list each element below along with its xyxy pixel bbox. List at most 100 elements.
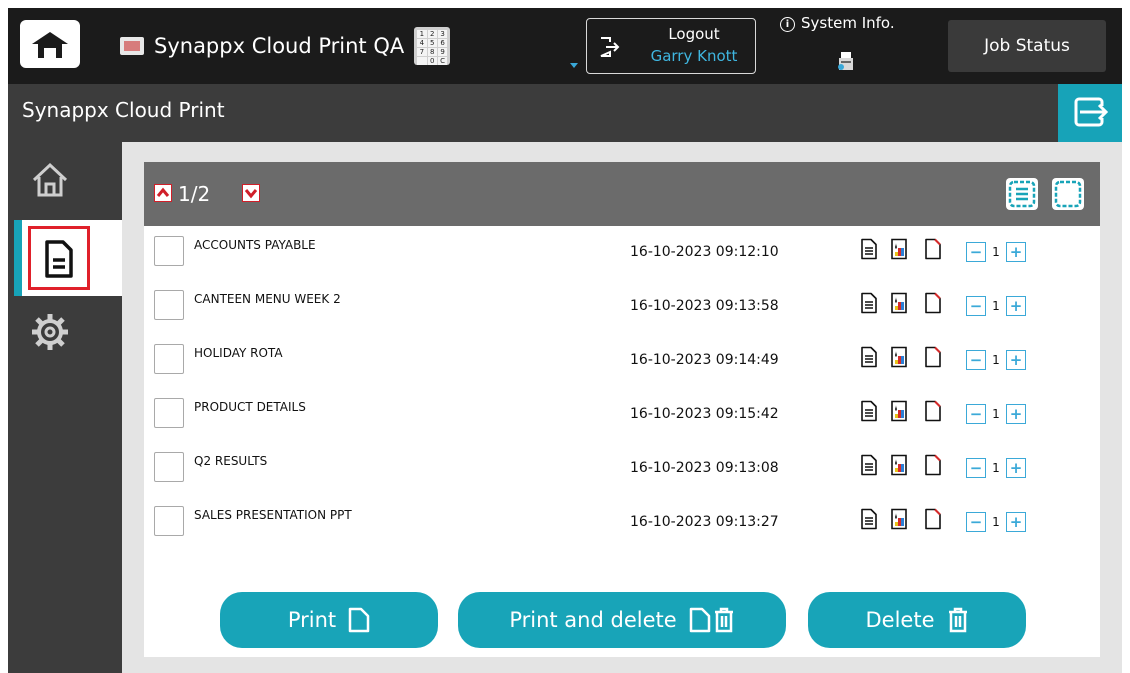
table-row: HOLIDAY ROTA 16-10-2023 09:14:49 −1 +: [144, 334, 1100, 388]
copies-stepper: −1 +: [966, 240, 1052, 264]
table-row: SALES PRESENTATION PPT 16-10-2023 09:13:2…: [144, 496, 1100, 550]
keypad-key: 1: [417, 30, 427, 38]
info-icon: i: [780, 17, 795, 32]
screen: Synappx Cloud Print QA 1 2 3 4 5 6 7 8 9…: [0, 0, 1130, 673]
decrement-button[interactable]: −: [966, 512, 986, 532]
color-mode-icon[interactable]: [890, 292, 908, 314]
logout-label: Logout: [668, 25, 720, 43]
print-button-label: Print: [287, 608, 337, 632]
select-all-button[interactable]: [1006, 178, 1038, 210]
page-settings-icon[interactable]: [860, 346, 878, 368]
delete-button-label: Delete: [865, 608, 935, 632]
page-settings-icon[interactable]: [860, 238, 878, 260]
row-checkbox[interactable]: [154, 344, 184, 374]
document-icon: [348, 607, 370, 633]
color-mode-icon[interactable]: [890, 400, 908, 422]
file-date: 16-10-2023 09:13:27: [630, 514, 779, 530]
paper-size-icon[interactable]: [924, 238, 942, 260]
chevron-down-icon: [244, 189, 258, 199]
decrement-button[interactable]: −: [966, 404, 986, 424]
page-indicator: 1/2: [178, 182, 211, 206]
delete-button[interactable]: Delete: [808, 592, 1026, 648]
main-content: 1/2 ACCOUNTS PAYABLE 16-10-2023 09:12:10…: [122, 142, 1122, 673]
keypad-key: 7: [417, 48, 427, 56]
job-list-panel: 1/2 ACCOUNTS PAYABLE 16-10-2023 09:12:10…: [144, 162, 1100, 657]
decrement-button[interactable]: −: [966, 296, 986, 316]
paper-size-icon[interactable]: [924, 346, 942, 368]
list-toolbar: 1/2: [144, 162, 1100, 226]
sidebar-item-settings[interactable]: [8, 300, 122, 380]
increment-button[interactable]: +: [1006, 242, 1026, 262]
row-checkbox[interactable]: [154, 398, 184, 428]
table-row: CANTEEN MENU WEEK 2 16-10-2023 09:13:58 −1…: [144, 280, 1100, 334]
decrement-button[interactable]: −: [966, 242, 986, 262]
row-checkbox[interactable]: [154, 236, 184, 266]
home-button[interactable]: [20, 20, 80, 68]
keypad-icon[interactable]: 1 2 3 4 5 6 7 8 9 0 C: [414, 27, 451, 65]
increment-button[interactable]: +: [1006, 404, 1026, 424]
copies-value: 1: [992, 353, 1000, 367]
sidebar-item-home[interactable]: [8, 148, 122, 228]
gear-icon: [32, 314, 68, 350]
trash-icon: [948, 607, 967, 633]
color-mode-icon[interactable]: [890, 238, 908, 260]
copies-stepper: −1 +: [966, 294, 1052, 318]
row-checkbox[interactable]: [154, 506, 184, 536]
decrement-button[interactable]: −: [966, 458, 986, 478]
increment-button[interactable]: +: [1006, 458, 1026, 478]
print-button[interactable]: Print: [220, 592, 438, 648]
paper-size-icon[interactable]: [924, 400, 942, 422]
exit-icon: [1074, 97, 1109, 127]
print-and-delete-label: Print and delete: [509, 608, 677, 632]
exit-app-button[interactable]: [1058, 84, 1122, 142]
copies-value: 1: [992, 245, 1000, 259]
file-date: 16-10-2023 09:13:08: [630, 460, 779, 476]
paper-size-icon[interactable]: [924, 454, 942, 476]
page-settings-icon[interactable]: [860, 292, 878, 314]
page-title: Synappx Cloud Print: [22, 98, 225, 122]
copies-stepper: −1 +: [966, 510, 1052, 534]
copies-value: 1: [992, 299, 1000, 313]
increment-button[interactable]: +: [1006, 512, 1026, 532]
page-settings-icon[interactable]: [860, 400, 878, 422]
page-up-button[interactable]: [154, 184, 172, 202]
print-and-delete-icons: [689, 607, 735, 633]
increment-button[interactable]: +: [1006, 296, 1026, 316]
app-title: Synappx Cloud Print QA: [154, 34, 405, 58]
file-name: PRODUCT DETAILS: [194, 400, 306, 414]
color-mode-icon[interactable]: [890, 346, 908, 368]
paper-size-icon[interactable]: [924, 292, 942, 314]
dropdown-caret-icon[interactable]: [570, 63, 578, 68]
logout-button[interactable]: Logout Garry Knott: [586, 18, 756, 74]
job-status-button[interactable]: Job Status: [948, 20, 1106, 72]
file-date: 16-10-2023 09:14:49: [630, 352, 779, 368]
decrement-button[interactable]: −: [966, 350, 986, 370]
keypad-key: 5: [427, 39, 437, 47]
page-settings-icon[interactable]: [860, 454, 878, 476]
page-settings-icon[interactable]: [860, 508, 878, 530]
keypad-key: 9: [437, 48, 448, 56]
copies-stepper: −1 +: [966, 402, 1052, 426]
file-date: 16-10-2023 09:12:10: [630, 244, 779, 260]
color-mode-icon[interactable]: [890, 508, 908, 530]
keypad-key: [417, 57, 427, 65]
keypad-key: 3: [437, 30, 448, 38]
row-checkbox[interactable]: [154, 452, 184, 482]
trash-icon: [714, 607, 733, 633]
copies-stepper: −1 +: [966, 456, 1052, 480]
system-info-label: System Info.: [801, 14, 895, 32]
print-and-delete-button[interactable]: Print and delete: [458, 592, 786, 648]
deselect-all-button[interactable]: [1052, 178, 1084, 210]
file-name: ACCOUNTS PAYABLE: [194, 238, 316, 252]
system-info-button[interactable]: i System Info.: [780, 14, 895, 32]
increment-button[interactable]: +: [1006, 350, 1026, 370]
file-date: 16-10-2023 09:15:42: [630, 406, 779, 422]
sidebar-item-documents[interactable]: [8, 220, 122, 300]
page-down-button[interactable]: [242, 184, 260, 202]
keypad-key: 0: [427, 57, 437, 65]
logged-in-user: Garry Knott: [650, 47, 738, 65]
color-mode-icon[interactable]: [890, 454, 908, 476]
paper-size-icon[interactable]: [924, 508, 942, 530]
copies-stepper: −1 +: [966, 348, 1052, 372]
row-checkbox[interactable]: [154, 290, 184, 320]
